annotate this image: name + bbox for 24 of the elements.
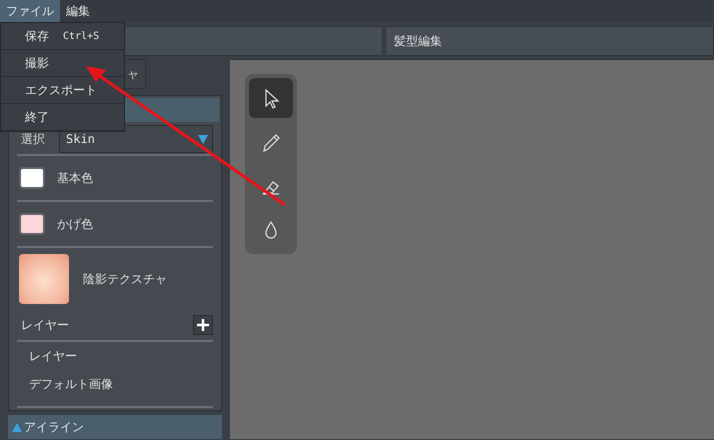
layers-title: レイヤー [21, 316, 69, 334]
texture-label: 陰影テクスチャ [83, 270, 167, 288]
color-label: かげ色 [57, 216, 93, 232]
color-swatch[interactable] [19, 167, 45, 189]
color-swatch[interactable] [19, 213, 45, 235]
menu-item[interactable]: 編集 [60, 0, 96, 22]
menu-item[interactable]: 終了 [1, 104, 124, 131]
color-label: 基本色 [57, 170, 93, 186]
layer-item[interactable]: デフォルト画像 [17, 370, 213, 398]
tool-button[interactable] [249, 78, 293, 118]
section-title: アイライン [24, 418, 84, 436]
shortcut-text: Ctrl+S [63, 30, 100, 42]
tab[interactable]: 髪型編集 [385, 26, 714, 56]
plus-icon [197, 319, 209, 331]
add-button[interactable] [193, 315, 213, 335]
layer-item[interactable]: レイヤー [17, 342, 213, 370]
dropdown-arrow-icon [198, 134, 208, 144]
menu-item[interactable]: ファイル [0, 0, 60, 22]
select-label: 選択 [21, 130, 45, 148]
menu-label: 保存 [25, 28, 49, 44]
triangle-icon [12, 422, 22, 432]
section-header[interactable]: アイライン [8, 415, 222, 439]
menu-item[interactable]: 保存 Ctrl+S [1, 23, 124, 50]
texture-thumbnail[interactable] [19, 254, 69, 304]
